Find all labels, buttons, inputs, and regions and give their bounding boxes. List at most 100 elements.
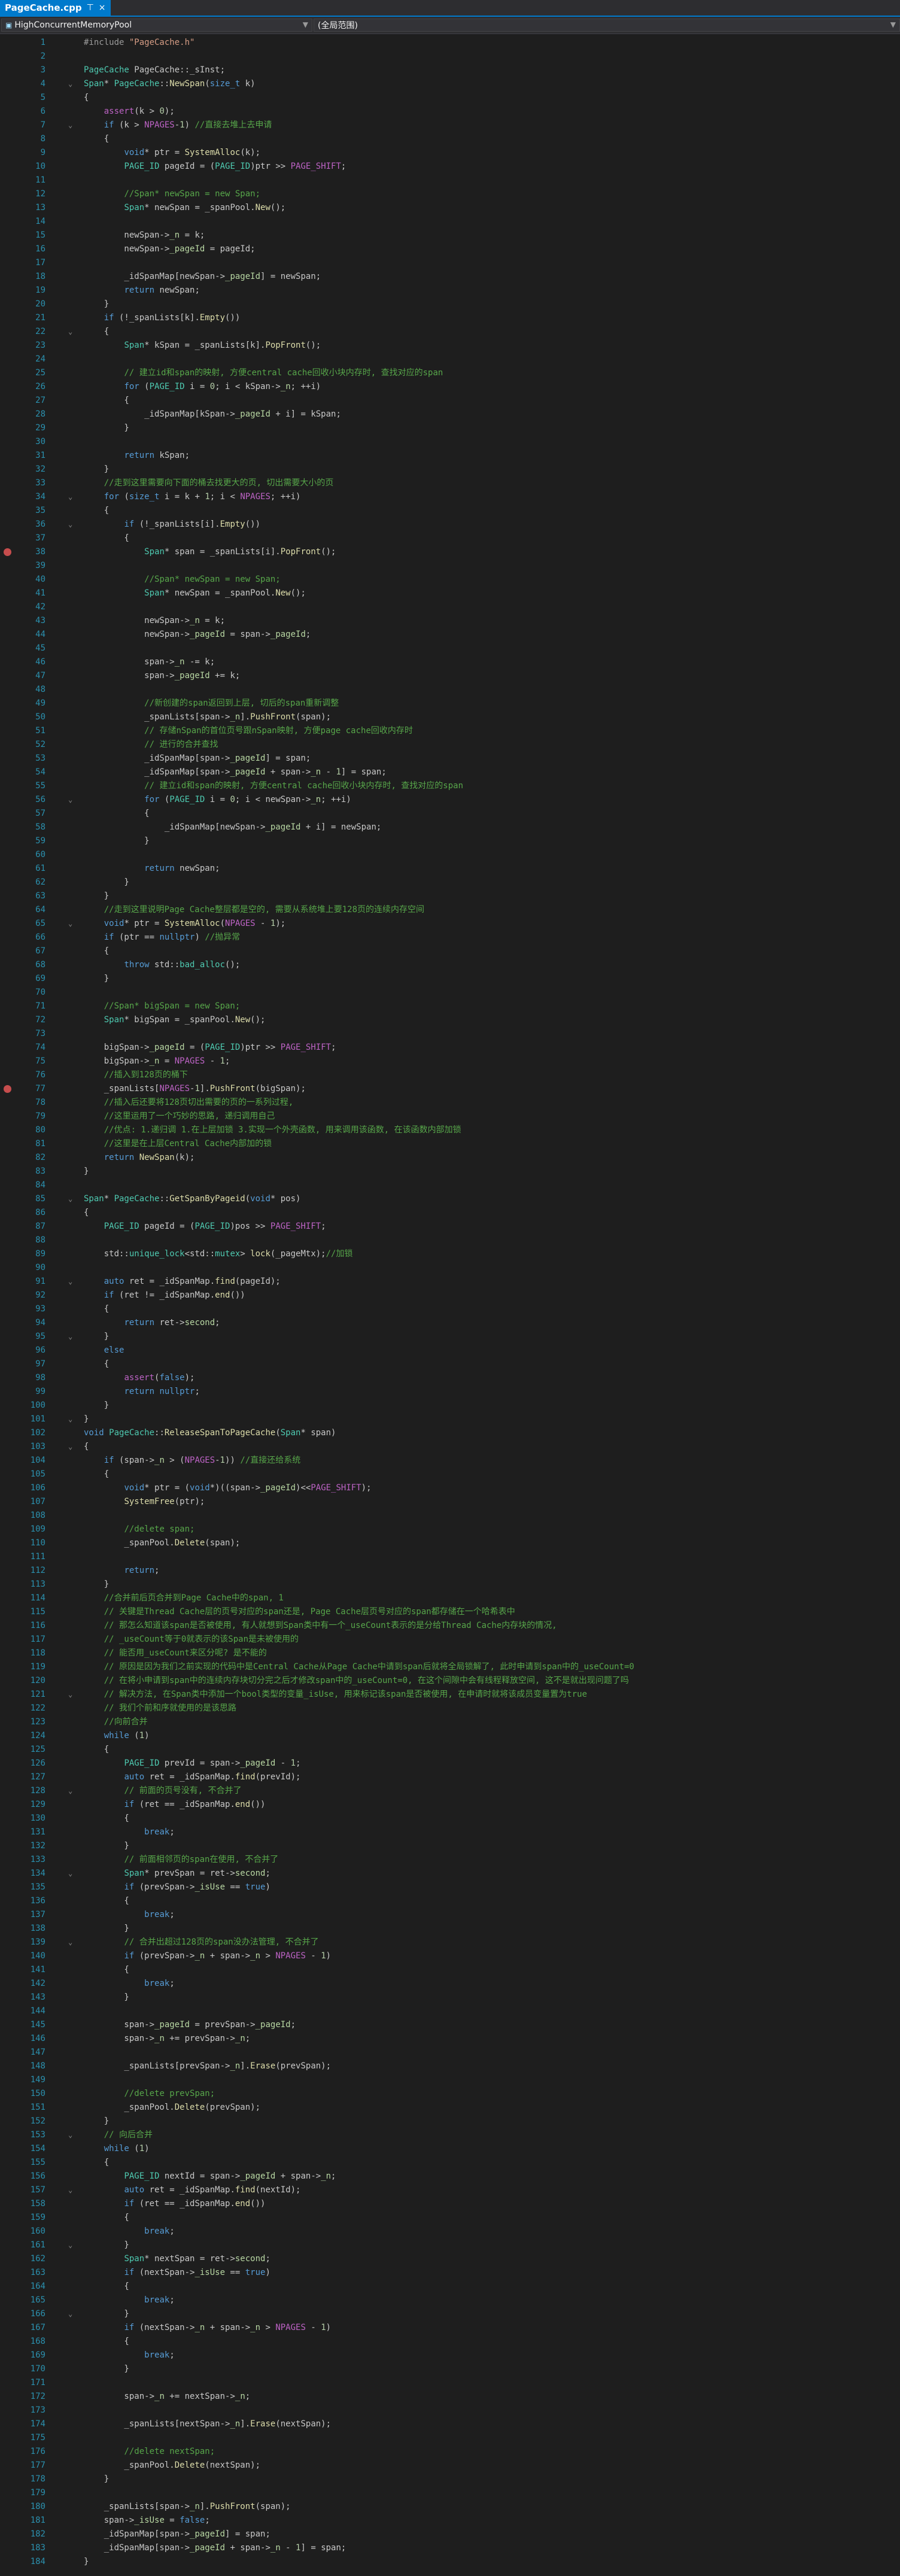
code-line[interactable]: 10 PAGE_ID pageId = (PAGE_ID)ptr >> PAGE… [0, 160, 900, 174]
code-line[interactable]: 113 } [0, 1578, 900, 1591]
code-line[interactable]: 33 //走到这里需要向下面的桶去找更大的页, 切出需要大小的页 [0, 476, 900, 490]
code-line[interactable]: 67 { [0, 944, 900, 958]
code-line[interactable]: 20 } [0, 297, 900, 311]
code-line[interactable]: 126 PAGE_ID prevId = span->_pageId - 1; [0, 1757, 900, 1770]
code-line[interactable]: 164 { [0, 2280, 900, 2294]
code-line[interactable]: 150 //delete prevSpan; [0, 2087, 900, 2101]
code-line[interactable]: 22 ⌄ { [0, 325, 900, 339]
code-line[interactable]: 129 if (ret == _idSpanMap.end()) [0, 1798, 900, 1812]
code-line[interactable]: 1 #include "PageCache.h" [0, 36, 900, 50]
code-line[interactable]: 80 //优点: 1.递归调 1.在上层加锁 3.实现一个外壳函数, 用来调用该… [0, 1123, 900, 1137]
code-line[interactable]: 27 { [0, 394, 900, 408]
code-line[interactable]: 78 //插入后还要将128页切出需要的页的一系列过程, [0, 1096, 900, 1110]
code-line[interactable]: 132 } [0, 1839, 900, 1853]
fold-toggle-icon[interactable]: ⌄ [68, 490, 72, 504]
code-line[interactable]: 53 _idSpanMap[span->_pageId] = span; [0, 752, 900, 765]
code-line[interactable]: 95 ⌄ } [0, 1330, 900, 1344]
fold-toggle-icon[interactable]: ⌄ [68, 2238, 72, 2252]
code-line[interactable]: 125 { [0, 1743, 900, 1757]
code-line[interactable]: 101 ⌄} [0, 1412, 900, 1426]
code-line[interactable]: 175 [0, 2431, 900, 2445]
code-line[interactable]: 123 //向前合并 [0, 1715, 900, 1729]
fold-toggle-icon[interactable]: ⌄ [68, 917, 72, 931]
code-line[interactable]: 3 PageCache PageCache::_sInst; [0, 63, 900, 77]
fold-toggle-icon[interactable]: ⌄ [68, 1440, 72, 1454]
code-line[interactable]: 167 if (nextSpan->_n + span->_n > NPAGES… [0, 2321, 900, 2335]
code-line[interactable]: 52 // 进行的合并查找 [0, 738, 900, 752]
code-line[interactable]: 156 PAGE_ID nextId = span->_pageId + spa… [0, 2170, 900, 2183]
code-line[interactable]: 155 { [0, 2156, 900, 2170]
code-line[interactable]: 72 Span* bigSpan = _spanPool.New(); [0, 1013, 900, 1027]
code-line[interactable]: 159 { [0, 2211, 900, 2225]
code-line[interactable]: 79 //这里运用了一个巧妙的思路, 递归调用自己 [0, 1110, 900, 1123]
code-line[interactable]: 97 { [0, 1357, 900, 1371]
code-line[interactable]: 169 break; [0, 2349, 900, 2362]
code-line[interactable]: 58 _idSpanMap[newSpan->_pageId + i] = ne… [0, 821, 900, 834]
fold-toggle-icon[interactable]: ⌄ [68, 77, 72, 91]
code-line[interactable]: 168 { [0, 2335, 900, 2349]
code-line[interactable]: 46 span->_n -= k; [0, 655, 900, 669]
code-line[interactable]: 55 // 建立id和span的映射, 方便central cache回收小块内… [0, 779, 900, 793]
code-line[interactable]: 31 return kSpan; [0, 449, 900, 463]
fold-toggle-icon[interactable]: ⌄ [68, 518, 72, 531]
code-line[interactable]: 39 [0, 559, 900, 573]
code-line[interactable]: 121 ⌄ // 解决方法, 在Span类中添加一个bool类型的变量_isUse… [0, 1688, 900, 1702]
fold-toggle-icon[interactable]: ⌄ [68, 1867, 72, 1881]
code-line[interactable]: 143 } [0, 1991, 900, 2004]
code-line[interactable]: 56 ⌄ for (PAGE_ID i = 0; i < newSpan->_n;… [0, 793, 900, 807]
code-line[interactable]: 8 { [0, 132, 900, 146]
code-line[interactable]: 110 _spanPool.Delete(span); [0, 1536, 900, 1550]
code-line[interactable]: 40 //Span* newSpan = new Span; [0, 573, 900, 587]
code-line[interactable]: 64 //走到这里说明Page Cache整层都是空的, 需要从系统堆上要128… [0, 903, 900, 917]
code-line[interactable]: 75 bigSpan->_n = NPAGES - 1; [0, 1055, 900, 1068]
code-line[interactable]: 105 { [0, 1468, 900, 1481]
code-line[interactable]: 37 { [0, 531, 900, 545]
code-line[interactable]: 134 ⌄ Span* prevSpan = ret->second; [0, 1867, 900, 1881]
code-line[interactable]: 102 void PageCache::ReleaseSpanToPageCach… [0, 1426, 900, 1440]
code-line[interactable]: 5{ [0, 91, 900, 105]
code-line[interactable]: 92 if (ret != _idSpanMap.end()) [0, 1289, 900, 1302]
code-line[interactable]: 9 void* ptr = SystemAlloc(k); [0, 146, 900, 160]
code-line[interactable]: 15 newSpan->_n = k; [0, 229, 900, 242]
fold-toggle-icon[interactable]: ⌄ [68, 1688, 72, 1702]
fold-toggle-icon[interactable]: ⌄ [68, 1412, 72, 1426]
code-line[interactable]: 119 // 原因是因为我们之前实现的代码中是Central Cache从Pag… [0, 1660, 900, 1674]
code-line[interactable]: 178 } [0, 2472, 900, 2486]
code-line[interactable]: 16 newSpan->_pageId = pageId; [0, 242, 900, 256]
code-line[interactable]: 74 bigSpan->_pageId = (PAGE_ID)ptr >> PA… [0, 1041, 900, 1055]
code-line[interactable]: 176 //delete nextSpan; [0, 2445, 900, 2459]
code-line[interactable]: 166 ⌄ } [0, 2307, 900, 2321]
code-line[interactable]: 60 [0, 848, 900, 862]
code-line[interactable]: 145 span->_pageId = prevSpan->_pageId; [0, 2018, 900, 2032]
code-line[interactable]: 96 else [0, 1344, 900, 1357]
code-line[interactable]: 44 newSpan->_pageId = span->_pageId; [0, 628, 900, 642]
breakpoint-icon[interactable] [4, 548, 11, 556]
code-line[interactable]: 30 [0, 435, 900, 449]
code-line[interactable]: 88 [0, 1234, 900, 1247]
code-line[interactable]: 34 ⌄ for (size_t i = k + 1; i < NPAGES; +… [0, 490, 900, 504]
code-line[interactable]: 103 ⌄ { [0, 1440, 900, 1454]
code-line[interactable]: 148 _spanLists[prevSpan->_n].Erase(prevS… [0, 2059, 900, 2073]
code-line[interactable]: 62 } [0, 876, 900, 889]
code-line[interactable]: 109 //delete span; [0, 1523, 900, 1536]
code-line[interactable]: 122 // 我们个前和序就使用的是该思路 [0, 1702, 900, 1715]
code-line[interactable]: 171 [0, 2376, 900, 2390]
code-line[interactable]: 94 return ret->second; [0, 1316, 900, 1330]
code-line[interactable]: 154 while (1) [0, 2142, 900, 2156]
code-line[interactable]: 99 return nullptr; [0, 1385, 900, 1399]
code-line[interactable]: 90 [0, 1261, 900, 1275]
code-line[interactable]: 161 ⌄ } [0, 2238, 900, 2252]
code-line[interactable]: 70 [0, 986, 900, 1000]
fold-toggle-icon[interactable]: ⌄ [68, 2307, 72, 2321]
code-line[interactable]: 179 [0, 2486, 900, 2500]
code-editor[interactable]: 1 #include "PageCache.h" 2 3 PageCache PageC… [0, 34, 900, 2576]
code-line[interactable]: 182 _idSpanMap[span->_pageId] = span; [0, 2528, 900, 2541]
fold-toggle-icon[interactable]: ⌄ [68, 1192, 72, 1206]
code-line[interactable]: 49 //新创建的span返回到上层, 切后的span重新调整 [0, 697, 900, 710]
code-line[interactable]: 146 span->_n += prevSpan->_n; [0, 2032, 900, 2046]
code-line[interactable]: 25 // 建立id和span的映射, 方便central cache回收小块内… [0, 366, 900, 380]
code-line[interactable]: 48 [0, 683, 900, 697]
code-line[interactable]: 147 [0, 2046, 900, 2059]
code-line[interactable]: 86 { [0, 1206, 900, 1220]
code-line[interactable]: 14 [0, 215, 900, 229]
